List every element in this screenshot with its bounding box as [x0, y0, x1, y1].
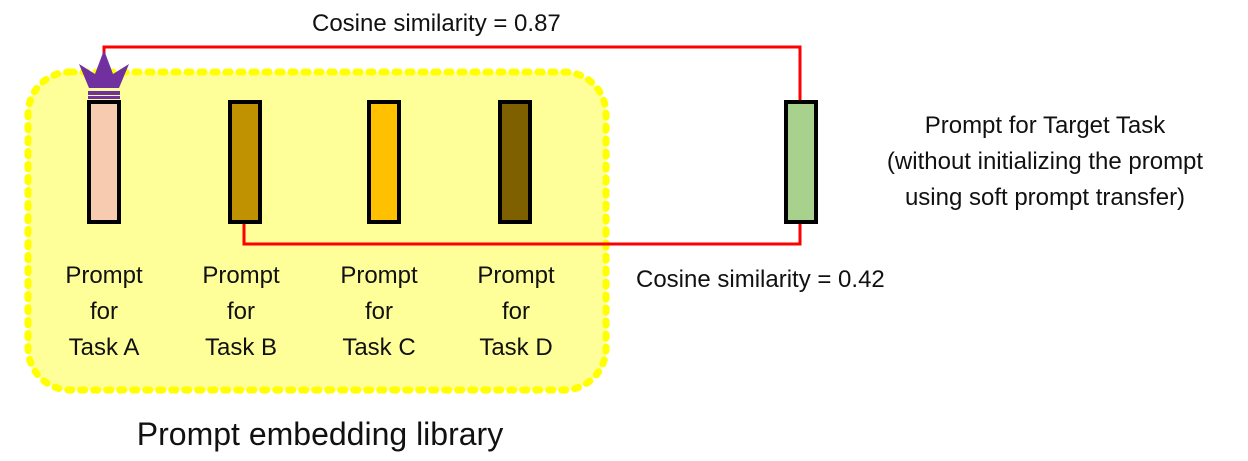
target-prompt-label: Prompt for Target Task (without initiali…	[886, 112, 1204, 211]
prompt-bar-task-a	[87, 100, 121, 224]
prompt-bar-task-d	[498, 100, 532, 224]
similarity-top-label: Cosine similarity = 0.87	[312, 10, 561, 37]
prompt-bar-target	[784, 100, 818, 224]
prompt-label-task-b: Prompt for Task B	[202, 262, 280, 361]
diagram-canvas	[24, 45, 818, 394]
library-label: Prompt embedding library	[136, 416, 504, 452]
prompt-label-task-d: Prompt for Task D	[477, 262, 555, 361]
prompt-bar-task-b	[228, 100, 262, 224]
prompt-bar-task-c	[367, 100, 401, 224]
similarity-bottom-label: Cosine similarity = 0.42	[636, 266, 885, 293]
prompt-label-task-a: Prompt for Task A	[65, 262, 143, 361]
prompt-label-task-c: Prompt for Task C	[340, 262, 418, 361]
